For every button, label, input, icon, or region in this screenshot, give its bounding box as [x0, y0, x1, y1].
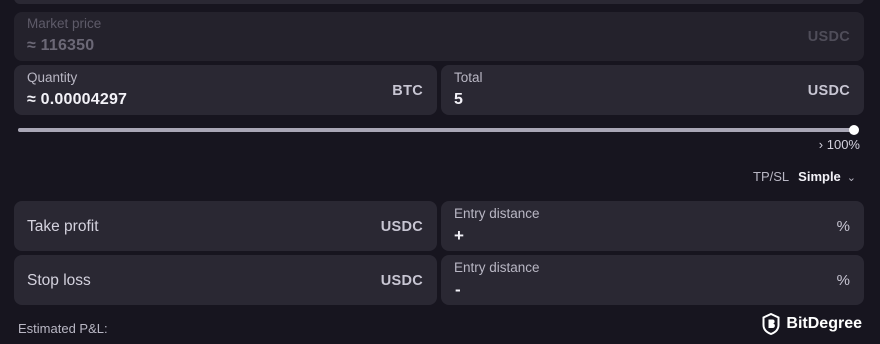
quantity-label: Quantity — [27, 70, 78, 85]
slider-percent-readout: › 100% — [818, 137, 860, 152]
estimated-pnl-label: Estimated P&L: — [18, 321, 108, 336]
slider-handle[interactable] — [849, 125, 859, 135]
market-price-unit: USDC — [807, 29, 850, 45]
quantity-unit: BTC — [392, 83, 423, 99]
tpsl-mode-value[interactable]: Simple — [798, 169, 841, 184]
watermark-text: BitDegree — [786, 315, 862, 332]
quantity-slider[interactable] — [18, 128, 854, 132]
stop-loss-distance-field[interactable]: Entry distance - % — [441, 255, 864, 305]
stop-loss-percent-unit: % — [836, 272, 850, 289]
slider-fill — [18, 128, 854, 132]
take-profit-sign: + — [454, 226, 464, 245]
chevron-down-icon[interactable]: ⌄ — [847, 172, 856, 184]
stop-loss-unit: USDC — [380, 273, 423, 289]
market-price-field: Market price ≈ 116350 USDC — [14, 12, 864, 61]
take-profit-distance-label: Entry distance — [454, 206, 540, 221]
total-label: Total — [454, 70, 483, 85]
stop-loss-field[interactable]: Stop loss USDC — [14, 255, 437, 305]
total-value[interactable]: 5 — [454, 91, 463, 109]
total-unit: USDC — [807, 83, 850, 99]
take-profit-distance-field[interactable]: Entry distance + % — [441, 201, 864, 251]
market-price-label: Market price — [27, 16, 102, 31]
stop-loss-sign: - — [455, 280, 461, 299]
market-price-value: ≈ 116350 — [27, 37, 95, 54]
take-profit-percent-unit: % — [836, 218, 850, 235]
bitdegree-watermark: BitDegree — [762, 313, 862, 335]
bitdegree-logo-icon — [762, 313, 780, 335]
stop-loss-label: Stop loss — [27, 272, 91, 289]
take-profit-label: Take profit — [27, 218, 99, 235]
quantity-value[interactable]: ≈ 0.00004297 — [27, 91, 127, 109]
tpsl-mode-selector[interactable]: TP/SL Simple ⌄ — [753, 169, 856, 184]
take-profit-unit: USDC — [380, 219, 423, 235]
tpsl-label: TP/SL — [753, 169, 790, 184]
stop-loss-distance-label: Entry distance — [454, 260, 540, 275]
take-profit-field[interactable]: Take profit USDC — [14, 201, 437, 251]
quantity-field[interactable]: Quantity ≈ 0.00004297 BTC — [14, 65, 437, 115]
previous-field-edge — [14, 0, 864, 4]
total-field[interactable]: Total 5 USDC — [441, 65, 864, 115]
